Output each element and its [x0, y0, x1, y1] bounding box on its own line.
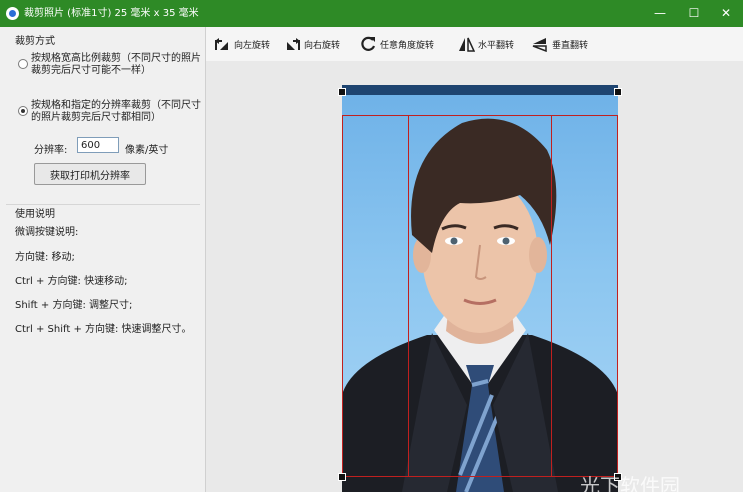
crop-guide-left — [342, 115, 343, 477]
minimize-button[interactable]: — — [643, 0, 677, 27]
rotate-left-label: 向左旋转 — [234, 40, 271, 51]
flip-horizontal-button[interactable]: 水平翻转 — [458, 34, 514, 54]
rotate-any-label: 任意角度旋转 — [380, 40, 435, 51]
maximize-button[interactable]: ☐ — [677, 0, 711, 27]
help-line: Ctrl + Shift + 方向键: 快速调整尺寸。 — [15, 324, 192, 335]
crop-guide-bottom — [342, 476, 618, 477]
portrait-illustration — [342, 118, 618, 492]
crop-guide-inner-right — [551, 115, 552, 477]
crop-handle-top-left[interactable] — [338, 88, 346, 96]
flip-horizontal-icon — [459, 37, 475, 52]
resolution-unit: 像素/英寸 — [125, 145, 169, 156]
option-resolution-radio[interactable] — [18, 106, 28, 116]
crop-guide-inner-left — [408, 115, 409, 477]
rotate-right-icon — [287, 38, 300, 50]
photo-top-strip — [342, 85, 618, 95]
window-title: 裁剪照片 (标准1寸) 25 毫米 x 35 毫米 — [24, 8, 199, 19]
watermark: 光下软件园 — [580, 474, 680, 498]
rotate-left-icon — [215, 38, 228, 50]
help-line: 方向键: 移动; — [15, 252, 75, 263]
resolution-label: 分辨率: — [34, 145, 68, 156]
rotate-any-button[interactable]: 任意角度旋转 — [360, 34, 434, 54]
flip-vertical-icon — [532, 37, 547, 52]
rotate-any-icon — [361, 36, 376, 51]
left-panel: 裁剪方式 按规格宽高比例裁剪（不同尺寸的照片裁剪完后尺寸可能不一样） 按规格和指… — [0, 27, 206, 492]
flip-vertical-label: 垂直翻转 — [552, 40, 589, 51]
help-title: 使用说明 — [15, 209, 55, 220]
rotate-right-button[interactable]: 向右旋转 — [284, 34, 340, 54]
crop-guide-right — [617, 115, 618, 477]
help-line: Shift + 方向键: 调整尺寸; — [15, 300, 133, 311]
rotate-right-label: 向右旋转 — [304, 40, 341, 51]
help-line: Ctrl + 方向键: 快速移动; — [15, 276, 128, 287]
title-bar: 裁剪照片 (标准1寸) 25 毫米 x 35 毫米 — ☐ ✕ — [0, 0, 743, 27]
app-icon — [6, 7, 19, 20]
close-button[interactable]: ✕ — [709, 0, 743, 27]
resolution-input[interactable] — [77, 137, 119, 153]
portrait-photo[interactable] — [342, 95, 618, 492]
crop-handle-bottom-left[interactable] — [338, 473, 346, 481]
option-ratio-radio[interactable] — [18, 59, 28, 69]
option-ratio-label[interactable]: 按规格宽高比例裁剪（不同尺寸的照片裁剪完后尺寸可能不一样） — [31, 53, 203, 77]
option-resolution-label[interactable]: 按规格和指定的分辨率裁剪（不同尺寸的照片裁剪完后尺寸都相同） — [31, 100, 203, 124]
crop-handle-top-right[interactable] — [614, 88, 622, 96]
flip-vertical-button[interactable]: 垂直翻转 — [532, 34, 588, 54]
help-line: 微调按键说明: — [15, 227, 79, 238]
rotate-left-button[interactable]: 向左旋转 — [214, 34, 270, 54]
crop-mode-title: 裁剪方式 — [15, 36, 55, 47]
get-printer-resolution-button[interactable]: 获取打印机分辨率 — [34, 163, 146, 185]
toolbar: 向左旋转 向右旋转 任意角度旋转 水平翻转 垂直翻转 — [206, 27, 743, 61]
crop-guide-top — [342, 115, 618, 116]
flip-horizontal-label: 水平翻转 — [478, 40, 515, 51]
